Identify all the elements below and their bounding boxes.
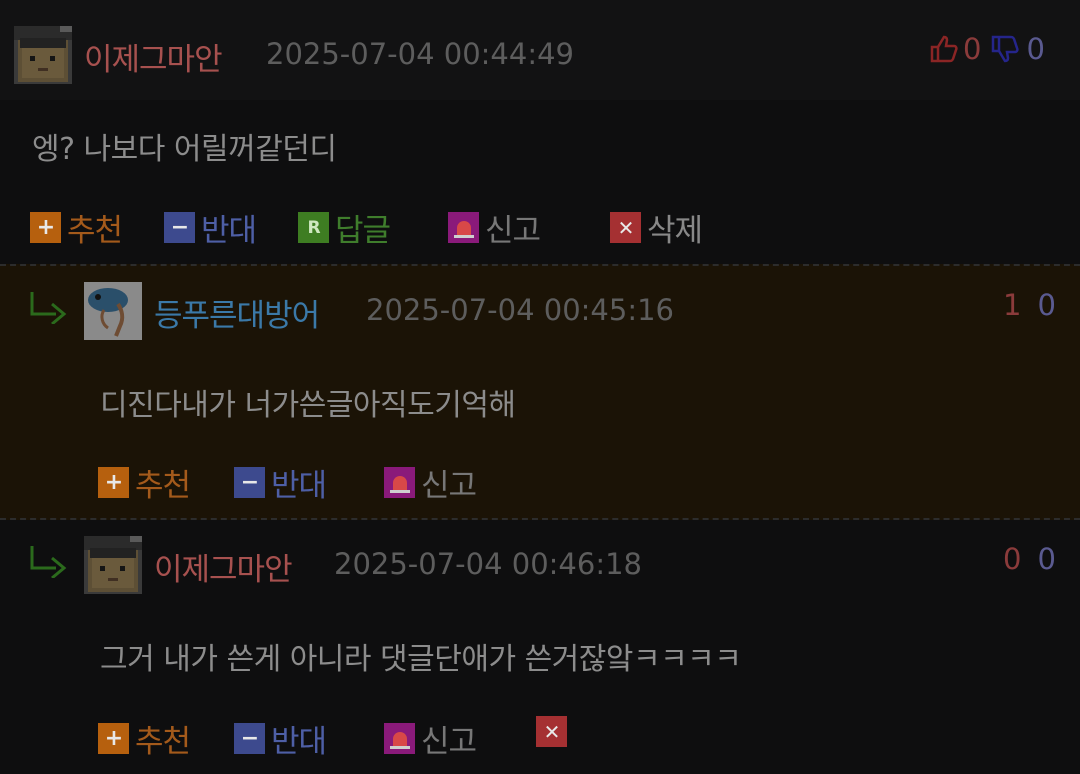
recommend-button[interactable]: + 추천 <box>30 205 123 250</box>
siren-icon <box>384 723 415 754</box>
comment-text: 디진다내가 너가쓴글아직도기억해 <box>100 388 516 423</box>
reply-button[interactable]: R 답글 <box>298 205 391 250</box>
avatar[interactable] <box>84 282 142 340</box>
recommend-label: 추천 <box>67 213 123 249</box>
reply-comment: 등푸른대방어 2025-07-04 00:45:16 1 0 디진다내가 너가쓴… <box>0 264 1080 520</box>
oppose-button[interactable]: − 반대 <box>234 716 327 761</box>
oppose-label: 반대 <box>271 468 327 504</box>
plus-icon: + <box>98 467 129 498</box>
siren-icon <box>448 212 479 243</box>
recommend-button[interactable]: + 추천 <box>98 460 191 505</box>
report-label: 신고 <box>421 724 477 760</box>
nickname[interactable]: 이제그마안 <box>84 34 223 79</box>
reply-arrow-icon <box>30 292 67 324</box>
reply-R-icon: R <box>298 212 329 243</box>
thumbs-down-icon[interactable] <box>989 33 1021 65</box>
report-button[interactable]: 신고 <box>448 205 541 250</box>
nickname[interactable]: 이제그마안 <box>154 544 293 589</box>
recommend-label: 추천 <box>135 468 191 504</box>
nickname[interactable]: 등푸른대방어 <box>154 290 320 335</box>
delete-label: 삭제 <box>647 213 703 249</box>
plus-icon: + <box>30 212 61 243</box>
comment-text: 그거 내가 쓴게 아니라 댓글단애가 쓴거잖앜ㅋㅋㅋㅋ <box>100 642 742 677</box>
oppose-label: 반대 <box>271 724 327 760</box>
report-button[interactable]: 신고 <box>384 716 477 761</box>
report-label: 신고 <box>421 468 477 504</box>
delete-button[interactable]: ✕ 삭제 <box>610 205 703 250</box>
up-count: 0 <box>1003 542 1022 576</box>
vote-counts: 0 0 <box>1003 542 1056 576</box>
oppose-button[interactable]: − 반대 <box>234 460 327 505</box>
comment-date: 2025-07-04 00:44:49 <box>266 37 574 71</box>
delete-button[interactable]: ✕ <box>536 716 573 747</box>
down-count: 0 <box>1026 32 1045 66</box>
plus-icon: + <box>98 723 129 754</box>
vote-counts: 1 0 <box>1003 288 1056 322</box>
oppose-button[interactable]: − 반대 <box>164 205 257 250</box>
comment-date: 2025-07-04 00:46:18 <box>334 547 642 581</box>
recommend-button[interactable]: + 추천 <box>98 716 191 761</box>
comment-text: 엥? 나보다 어릴꺼같던디 <box>32 132 337 167</box>
thumbs-up-icon[interactable] <box>928 33 960 65</box>
x-icon: ✕ <box>610 212 641 243</box>
oppose-label: 반대 <box>201 213 257 249</box>
vote-counts: 0 0 <box>928 32 1045 66</box>
avatar[interactable] <box>84 536 142 594</box>
minus-icon: − <box>164 212 195 243</box>
minus-icon: − <box>234 723 265 754</box>
siren-icon <box>384 467 415 498</box>
down-count: 0 <box>1037 288 1056 322</box>
reply-arrow-icon <box>30 546 67 578</box>
avatar[interactable] <box>14 26 72 84</box>
minus-icon: − <box>234 467 265 498</box>
reply-comment: 이제그마안 2025-07-04 00:46:18 0 0 그거 내가 쓴게 아… <box>0 520 1080 774</box>
recommend-label: 추천 <box>135 724 191 760</box>
report-label: 신고 <box>485 213 541 249</box>
report-button[interactable]: 신고 <box>384 460 477 505</box>
up-count: 0 <box>963 32 982 66</box>
comment-date: 2025-07-04 00:45:16 <box>366 293 674 327</box>
up-count: 1 <box>1003 288 1022 322</box>
comment: 이제그마안 2025-07-04 00:44:49 0 0 엥? 나보다 어릴꺼… <box>0 0 1080 264</box>
reply-label: 답글 <box>335 213 391 249</box>
down-count: 0 <box>1037 542 1056 576</box>
x-icon: ✕ <box>536 716 567 747</box>
